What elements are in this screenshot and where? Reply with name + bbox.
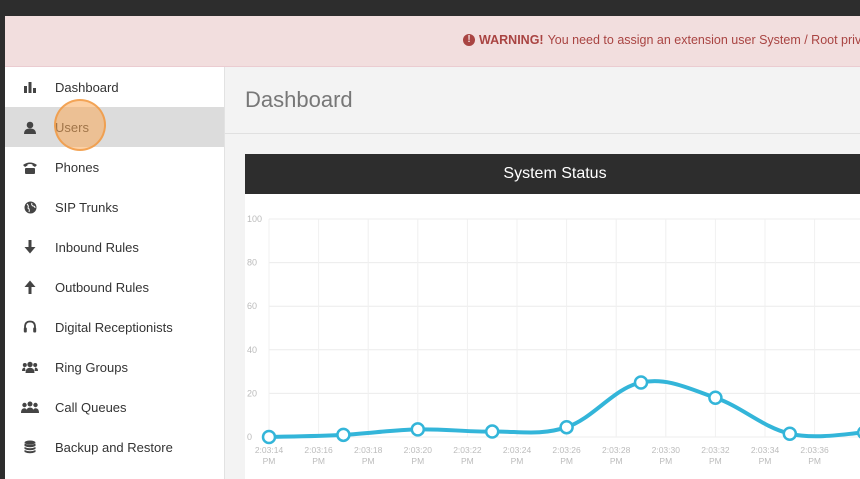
bar-chart-icon [5, 81, 55, 93]
x-tick-label: 2:03:14 [255, 445, 284, 455]
data-point [559, 419, 574, 435]
warning-label: WARNING! [479, 33, 544, 47]
app-frame: ! WARNING! You need to assign an extensi… [5, 16, 860, 479]
x-tick-label-ampm: PM [709, 456, 722, 466]
system-status-chart: 0204060801002:03:14PM2:03:16PM2:03:18PM2… [247, 214, 860, 466]
x-tick-label-ampm: PM [759, 456, 772, 466]
queue-icon [5, 401, 55, 413]
warning-banner: ! WARNING! You need to assign an extensi… [5, 16, 860, 67]
sidebar-item-label: Users [55, 119, 89, 135]
x-tick-label-ampm: PM [808, 456, 821, 466]
phone-icon [5, 161, 55, 174]
sidebar-item-label: Backup and Restore [55, 439, 173, 455]
sidebar-item-sip-trunks[interactable]: SIP Trunks [5, 187, 224, 227]
x-tick-label-ampm: PM [263, 456, 276, 466]
sidebar-item-label: Inbound Rules [55, 239, 139, 255]
data-point [782, 426, 798, 441]
x-tick-label: 2:03:18 [354, 445, 383, 455]
group-icon [5, 361, 55, 373]
x-tick-label-ampm: PM [560, 456, 573, 466]
y-tick-label: 80 [247, 258, 257, 268]
y-tick-label: 60 [247, 301, 257, 311]
main-content: Dashboard System Status 0 20 40 60 80 100 2:03… [225, 67, 860, 479]
data-point [336, 427, 351, 443]
sidebar-item-label: Ring Groups [55, 359, 128, 375]
arrow-up-icon [5, 280, 55, 294]
data-point [633, 375, 649, 390]
database-icon [5, 440, 55, 454]
x-tick-label-ampm: PM [312, 456, 325, 466]
data-point [410, 422, 426, 437]
sidebar-item-phones[interactable]: Phones [5, 147, 224, 187]
sidebar-item-outbound-rules[interactable]: Outbound Rules [5, 267, 224, 307]
title-divider [225, 133, 860, 134]
x-tick-label-ampm: PM [659, 456, 672, 466]
headset-icon [5, 320, 55, 334]
sidebar-item-label: Call Queues [55, 399, 127, 415]
x-tick-label: 2:03:16 [304, 445, 333, 455]
sidebar-item-label: Digital Receptionists [55, 319, 173, 335]
exclamation-circle-icon: ! [463, 34, 475, 46]
x-tick-label: 2:03:34 [751, 445, 780, 455]
x-tick-label-ampm: PM [610, 456, 623, 466]
x-tick-label-ampm: PM [511, 456, 524, 466]
sidebar-item-call-queues[interactable]: Call Queues [5, 387, 224, 427]
globe-icon [5, 201, 55, 214]
sidebar-item-label: SIP Trunks [55, 199, 119, 215]
data-point [708, 390, 723, 406]
x-tick-label: 2:03:32 [701, 445, 730, 455]
warning-text: You need to assign an extension user Sys… [547, 33, 860, 47]
browser-top-bar [0, 0, 860, 16]
system-status-panel: System Status 0 20 40 60 80 100 2:03:14 PM 2:03:… [245, 154, 860, 479]
page-title: Dashboard [245, 87, 353, 112]
x-tick-label: 2:03:24 [503, 445, 532, 455]
y-tick-label: 20 [247, 388, 257, 398]
sidebar-item-label: Dashboard [55, 79, 119, 95]
x-tick-label: 2:03:30 [652, 445, 681, 455]
x-tick-label-ampm: PM [461, 456, 474, 466]
sidebar-item-users[interactable]: Users [5, 99, 224, 151]
sidebar-item-inbound-rules[interactable]: Inbound Rules [5, 227, 224, 267]
data-point [484, 424, 500, 439]
sidebar-item-label: Outbound Rules [55, 279, 149, 295]
x-tick-label: 2:03:36 [800, 445, 829, 455]
x-tick-label-ampm: PM [411, 456, 424, 466]
sidebar-item-ring-groups[interactable]: Ring Groups [5, 347, 224, 387]
x-tick-label: 2:03:20 [404, 445, 433, 455]
x-tick-label: 2:03:28 [602, 445, 631, 455]
y-tick-label: 100 [247, 214, 262, 224]
sidebar-item-digital-receptionists[interactable]: Digital Receptionists [5, 307, 224, 347]
x-tick-label: 2:03:22 [453, 445, 482, 455]
sidebar: Dashboard Users Phones SIP Trunks Inboun… [5, 67, 225, 479]
y-tick-label: 40 [247, 345, 257, 355]
sidebar-item-label: Phones [55, 159, 100, 175]
sidebar-item-dashboard[interactable]: Dashboard [5, 67, 224, 107]
x-tick-label-ampm: PM [362, 456, 375, 466]
x-tick-label: 2:03:26 [552, 445, 581, 455]
sidebar-item-backup-and-restore[interactable]: Backup and Restore [5, 427, 224, 467]
user-icon [5, 121, 55, 134]
y-tick-label: 0 [247, 432, 252, 442]
arrow-down-icon [5, 240, 55, 254]
warning-content: ! WARNING! You need to assign an extensi… [463, 33, 860, 47]
data-point [261, 429, 277, 445]
panel-title: System Status [245, 154, 860, 194]
